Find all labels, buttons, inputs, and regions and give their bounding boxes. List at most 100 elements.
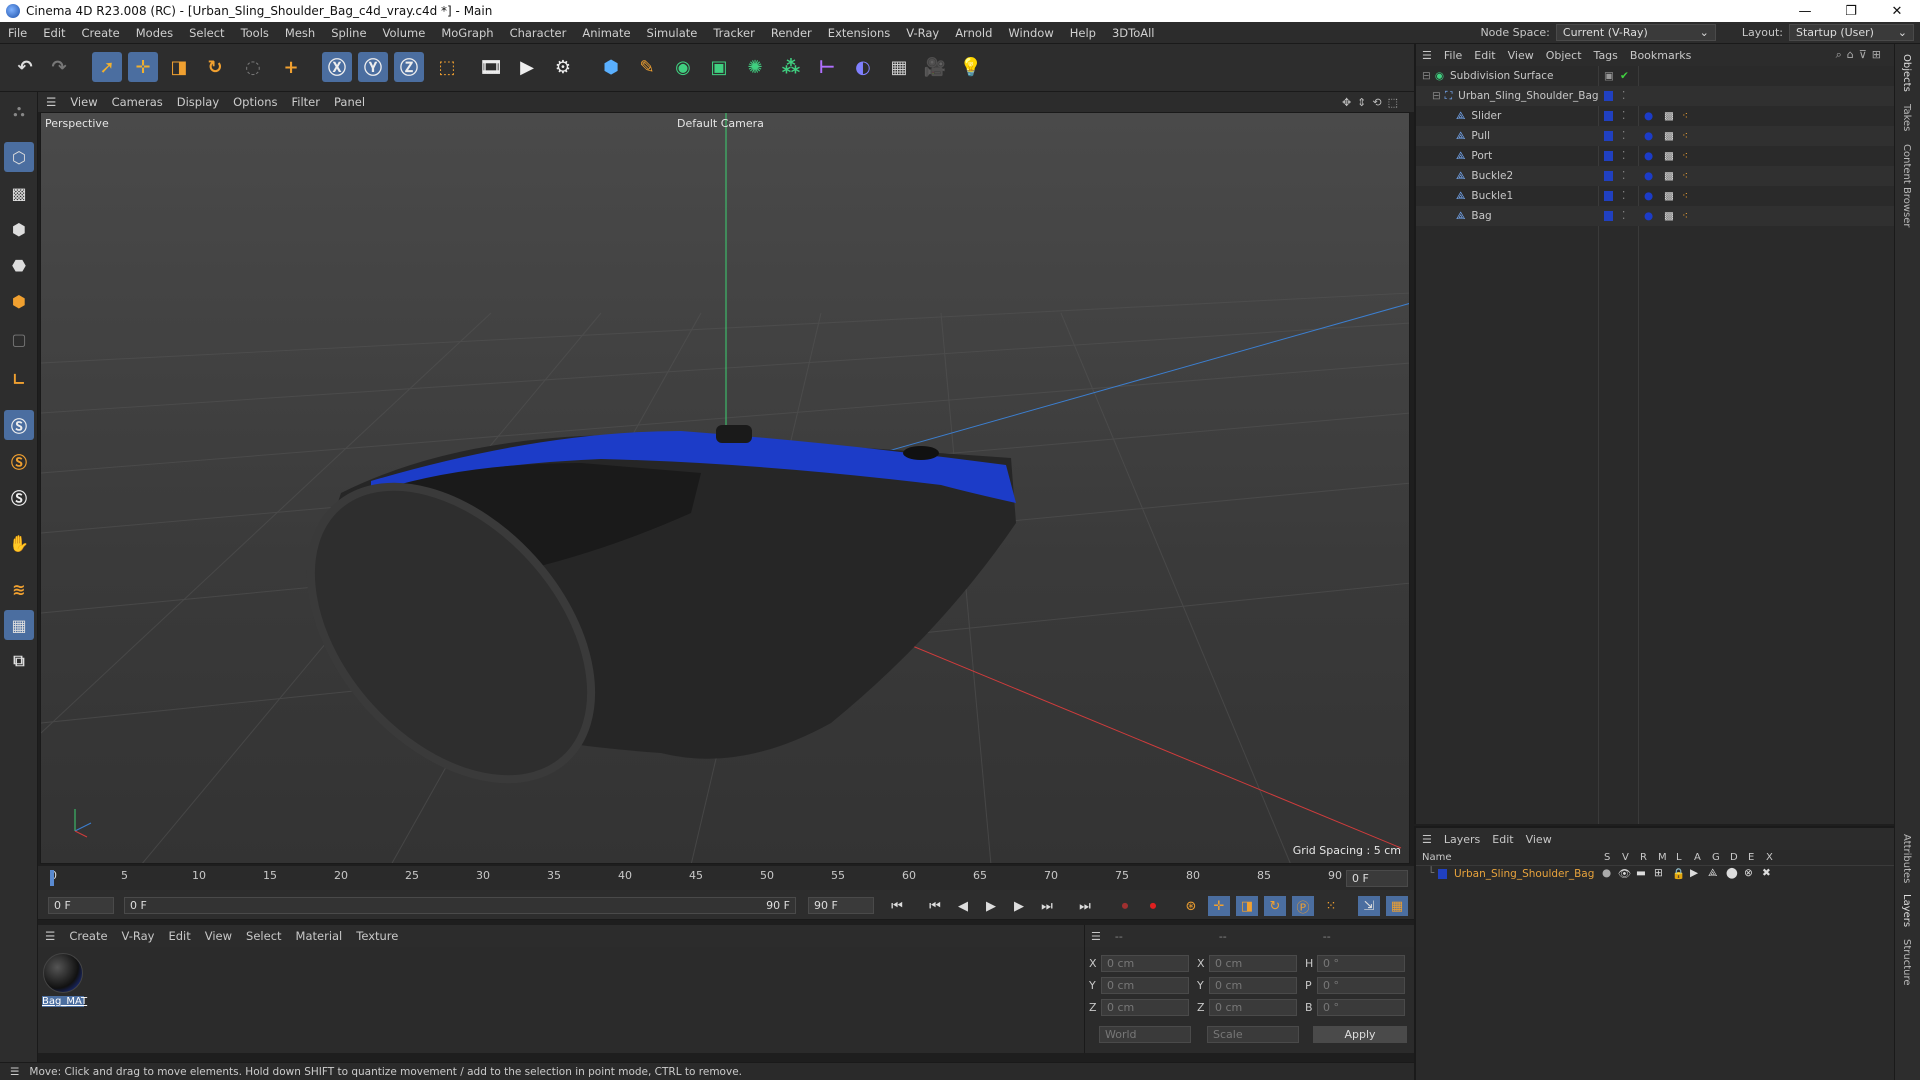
undo-icon[interactable]: ↶ — [10, 52, 40, 82]
material-tag-icon[interactable]: ● — [1644, 130, 1653, 142]
menu-character[interactable]: Character — [502, 26, 575, 40]
magnet-icon[interactable]: ✋ — [4, 528, 34, 558]
menu-render[interactable]: Render — [763, 26, 820, 40]
rot-b-field[interactable]: 0 ° — [1317, 999, 1405, 1016]
material-tag-icon[interactable]: ● — [1644, 150, 1653, 162]
visibility-dots-icon[interactable]: ⁚ — [1622, 90, 1625, 102]
selection-tag-icon[interactable]: ⁖ — [1682, 170, 1688, 182]
move-tool-icon[interactable]: ✛ — [128, 52, 158, 82]
previous-key-icon[interactable]: ⏮ — [924, 896, 946, 916]
light-icon[interactable]: 💡 — [956, 52, 986, 82]
visibility-dots-icon[interactable]: ⁚ — [1622, 210, 1625, 222]
render-region-icon[interactable]: 🎞 — [476, 52, 506, 82]
selection-tag-icon[interactable]: ⁖ — [1682, 190, 1688, 202]
start-frame-field[interactable]: 0 F — [48, 897, 114, 914]
hierarchy-icon[interactable]: ⊞ — [1654, 867, 1663, 879]
layer-color-swatch[interactable] — [1604, 91, 1613, 101]
current-frame-field[interactable]: 0 F — [1346, 870, 1408, 887]
uvw-tag-icon[interactable]: ▩ — [1664, 130, 1674, 142]
pos-y-field[interactable]: 0 cm — [1101, 977, 1189, 994]
menu-volume[interactable]: Volume — [375, 26, 434, 40]
enabled-check-icon[interactable]: ✔ — [1620, 70, 1629, 82]
layer-color-swatch[interactable] — [1604, 211, 1613, 221]
previous-frame-icon[interactable]: ◀ — [952, 896, 974, 916]
uvw-tag-icon[interactable]: ▩ — [1664, 190, 1674, 202]
layer-color-swatch[interactable] — [1604, 151, 1613, 161]
transform-tool-icon[interactable]: + — [276, 52, 306, 82]
viewport-menu-filter[interactable]: Filter — [285, 95, 327, 109]
viewport-nav-icons[interactable]: ✥⇕⟲⬚ — [1342, 96, 1414, 109]
autokey-icon[interactable]: ⏺ — [1142, 896, 1164, 916]
lock-icon[interactable]: 🔒 — [1672, 867, 1685, 880]
polygons-mode-icon[interactable]: ⬢ — [4, 286, 34, 316]
selection-tag-icon[interactable]: ⁖ — [1682, 210, 1688, 222]
object-row[interactable]: ⟁ Slider ⁚ ● ▩ ⁖ — [1416, 106, 1894, 126]
mograph-icon[interactable]: ⁂ — [776, 52, 806, 82]
scale-tool-icon[interactable]: ◨ — [164, 52, 194, 82]
xref-icon[interactable]: ✖ — [1762, 867, 1771, 879]
pos-z-field[interactable]: 0 cm — [1101, 999, 1189, 1016]
material-menu-material[interactable]: Material — [289, 929, 350, 943]
size-y-field[interactable]: 0 cm — [1209, 977, 1297, 994]
grid-workplane-icon[interactable]: ▦ — [4, 610, 34, 640]
timeline-ruler[interactable]: 0 5 10 15 20 25 30 35 40 45 50 55 60 65 … — [38, 866, 1414, 890]
minimize-button[interactable]: — — [1782, 4, 1828, 19]
material-menu-create[interactable]: Create — [62, 929, 114, 943]
pen-spline-icon[interactable]: ✎ — [632, 52, 662, 82]
uvw-tag-icon[interactable]: ▩ — [1664, 210, 1674, 222]
selection-tag-icon[interactable]: ⁖ — [1682, 150, 1688, 162]
viewport-menu-options[interactable]: Options — [226, 95, 284, 109]
object-menu-view[interactable]: View — [1502, 49, 1540, 62]
material-menu-vray[interactable]: V-Ray — [115, 929, 162, 943]
visibility-dots-icon[interactable]: ⁚ — [1622, 110, 1625, 122]
viewport-menu-panel[interactable]: Panel — [327, 95, 372, 109]
subdivision-icon[interactable]: ◉ — [668, 52, 698, 82]
z-axis-lock-icon[interactable]: Ⓩ — [394, 52, 424, 82]
snap-settings-icon[interactable]: Ⓢ — [4, 446, 34, 476]
motion-path-icon[interactable]: ⇲ — [1358, 896, 1380, 916]
menu-tracker[interactable]: Tracker — [705, 26, 763, 40]
menu-mograph[interactable]: MoGraph — [433, 26, 501, 40]
coord-mode-dropdown[interactable]: Scale — [1207, 1026, 1299, 1043]
rot-p-field[interactable]: 0 ° — [1317, 977, 1405, 994]
texture-mode-icon[interactable]: ▩ — [4, 178, 34, 208]
selection-tag-icon[interactable]: ⁖ — [1682, 130, 1688, 142]
edit-toggle-icon[interactable]: ▣ — [1604, 70, 1614, 82]
menu-mesh[interactable]: Mesh — [277, 26, 323, 40]
render-icon[interactable]: ▬ — [1636, 867, 1646, 879]
tab-attributes[interactable]: Attributes — [1901, 834, 1912, 883]
x-axis-lock-icon[interactable]: Ⓧ — [322, 52, 352, 82]
floor-icon[interactable]: ▦ — [884, 52, 914, 82]
cube-icon[interactable]: ⬢ — [596, 52, 626, 82]
menu-animate[interactable]: Animate — [574, 26, 638, 40]
size-x-field[interactable]: 0 cm — [1209, 955, 1297, 972]
uvw-tag-icon[interactable]: ▩ — [1664, 110, 1674, 122]
position-key-icon[interactable]: ✛ — [1208, 896, 1230, 916]
snap-icon[interactable]: Ⓢ — [4, 410, 34, 440]
layer-color-swatch[interactable] — [1604, 171, 1613, 181]
tab-structure[interactable]: Structure — [1901, 939, 1912, 986]
go-to-start-icon[interactable]: ⏮ — [886, 896, 908, 916]
next-frame-icon[interactable]: ▶ — [1008, 896, 1030, 916]
visibility-dots-icon[interactable]: ⁚ — [1622, 150, 1625, 162]
visibility-dots-icon[interactable]: ⁚ — [1622, 190, 1625, 202]
hamburger-icon[interactable]: ☰ — [38, 929, 62, 943]
menu-select[interactable]: Select — [181, 26, 232, 40]
tab-content-browser[interactable]: Content Browser — [1901, 144, 1912, 227]
hamburger-icon[interactable]: ☰ — [1416, 49, 1438, 62]
y-axis-lock-icon[interactable]: Ⓨ — [358, 52, 388, 82]
layout-dropdown[interactable]: Startup (User) ⌄ — [1789, 24, 1914, 41]
menu-edit[interactable]: Edit — [35, 26, 73, 40]
eye-icon[interactable]: 👁 — [1618, 867, 1631, 880]
object-row[interactable]: ⊟ ◉ Subdivision Surface ▣ ✔ — [1416, 66, 1894, 86]
apply-button[interactable]: Apply — [1313, 1026, 1407, 1043]
points-mode-icon[interactable]: ⬢ — [4, 214, 34, 244]
tab-layers[interactable]: Layers — [1901, 894, 1912, 927]
menu-spline[interactable]: Spline — [323, 26, 374, 40]
menu-extensions[interactable]: Extensions — [820, 26, 898, 40]
menu-3dtoall[interactable]: 3DToAll — [1104, 26, 1163, 40]
layer-color-swatch[interactable] — [1604, 131, 1613, 141]
material-tag-icon[interactable]: ● — [1644, 210, 1653, 222]
axis-mode-icon[interactable]: ∟ — [4, 364, 34, 394]
viewport-menu-display[interactable]: Display — [170, 95, 226, 109]
